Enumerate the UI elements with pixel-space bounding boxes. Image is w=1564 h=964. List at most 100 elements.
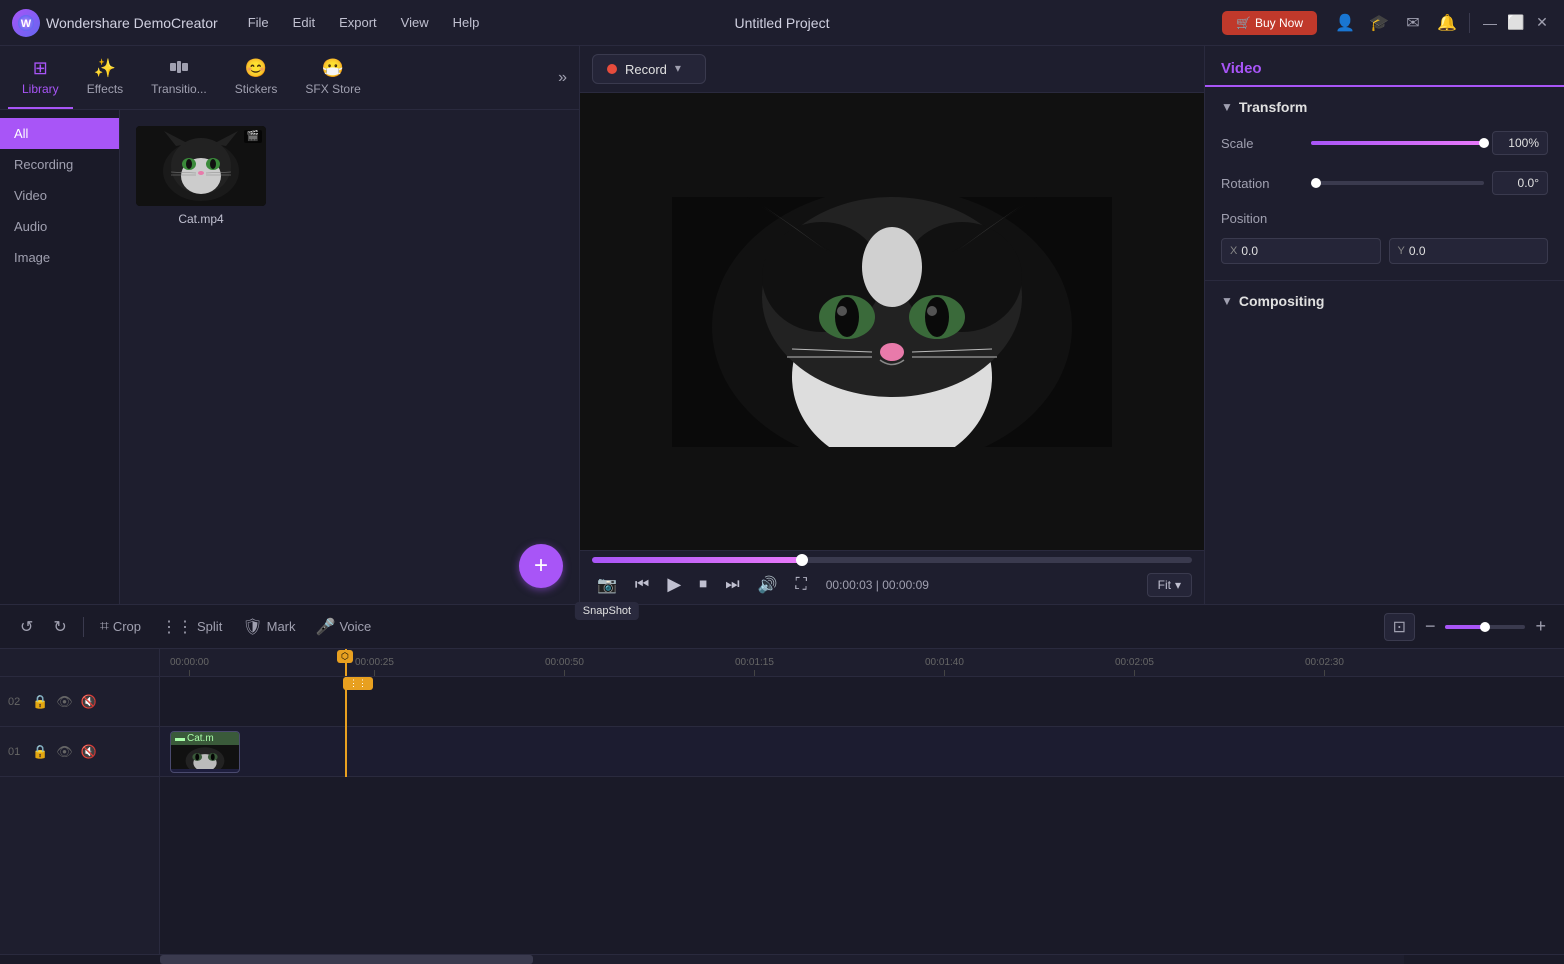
tab-library-label: Library xyxy=(22,82,59,96)
account-icon[interactable]: 👤 xyxy=(1331,9,1359,37)
fit-dropdown-icon: ▾ xyxy=(1175,578,1181,592)
menu-file[interactable]: File xyxy=(238,11,279,34)
progress-bar[interactable] xyxy=(592,557,1192,563)
crop-icon: ⌗ xyxy=(100,618,109,636)
play-button[interactable]: ▶ xyxy=(662,571,686,598)
mail-icon[interactable]: ✉ xyxy=(1399,9,1427,37)
clip-thumbnail xyxy=(171,745,239,769)
scrollbar-thumb[interactable] xyxy=(160,955,533,964)
rotation-slider-knob[interactable] xyxy=(1311,178,1321,188)
x-label: X xyxy=(1230,245,1237,257)
current-time: 00:00:03 xyxy=(826,578,873,592)
clip-thumb-svg xyxy=(171,745,239,769)
clip-cat[interactable]: ▬ Cat.m xyxy=(170,731,240,773)
menu-view[interactable]: View xyxy=(391,11,439,34)
ruler-mark-1: 00:00:25 xyxy=(355,657,394,676)
redo-button[interactable]: ↻ xyxy=(45,613,74,641)
track-content: 00:00:00 00:00:25 00:00:50 00:01:15 xyxy=(160,649,1564,954)
sidebar-item-all[interactable]: All xyxy=(0,118,119,149)
sidebar-item-video[interactable]: Video xyxy=(0,180,119,211)
track-01-visibility[interactable]: 👁 xyxy=(54,742,75,762)
fullscreen-button[interactable]: ⛶ xyxy=(791,573,812,597)
scrollbar-track[interactable] xyxy=(160,955,1404,964)
zoom-slider[interactable] xyxy=(1445,625,1525,629)
volume-button[interactable]: 🔊 xyxy=(753,572,783,598)
sidebar-item-audio[interactable]: Audio xyxy=(0,211,119,242)
rewind-button[interactable]: ⏮ xyxy=(630,573,654,597)
media-item-cat[interactable]: 🎬 Cat.mp4 xyxy=(132,122,270,230)
notification-icon[interactable]: 🔔 xyxy=(1433,9,1461,37)
track-01-lock[interactable]: 🔒 xyxy=(30,742,50,762)
compositing-section-header[interactable]: ▼ Compositing xyxy=(1205,280,1564,317)
zoom-slider-knob[interactable] xyxy=(1480,622,1490,632)
tab-stickers-label: Stickers xyxy=(235,82,278,96)
voice-button[interactable]: 🎤 Voice xyxy=(308,613,380,641)
ruler-label-4: 00:01:40 xyxy=(925,657,964,668)
rotation-slider[interactable] xyxy=(1311,181,1484,185)
zoom-out-button[interactable]: − xyxy=(1419,614,1442,639)
snap-badge: ⋮⋮ xyxy=(343,677,373,690)
transform-section-header[interactable]: ▼ Transform xyxy=(1205,87,1564,123)
restore-button[interactable]: ⬜ xyxy=(1506,13,1526,33)
snapshot-button[interactable]: 📷 xyxy=(592,572,622,598)
toolbar-sep-1 xyxy=(83,617,84,637)
tabs-more-button[interactable]: » xyxy=(554,65,571,91)
y-position-field[interactable]: Y 0.0 xyxy=(1389,238,1549,264)
sidebar-item-recording[interactable]: Recording xyxy=(0,149,119,180)
split-button[interactable]: ⋮⋮ Split xyxy=(153,613,230,641)
tab-stickers[interactable]: 😊 Stickers xyxy=(221,46,292,109)
learn-icon[interactable]: 🎓 xyxy=(1365,9,1393,37)
next-frame-button[interactable]: ⏭ xyxy=(720,573,744,597)
tab-library[interactable]: ⊞ Library xyxy=(8,46,73,109)
crop-button[interactable]: ⌗ Crop xyxy=(92,614,149,640)
scale-slider[interactable] xyxy=(1311,141,1484,145)
y-label: Y xyxy=(1398,245,1405,257)
scale-slider-knob[interactable] xyxy=(1479,138,1489,148)
mark-button[interactable]: 🛡 Mark xyxy=(234,613,303,641)
add-media-button[interactable]: + xyxy=(519,544,563,588)
rotation-value[interactable]: 0.0° xyxy=(1492,171,1548,195)
track-row-02: ⋮⋮ xyxy=(160,677,1564,727)
tracks-scroll[interactable]: ⋮⋮ ▬ Cat.m xyxy=(160,677,1564,954)
horizontal-scrollbar[interactable] xyxy=(0,954,1564,964)
record-dropdown-icon[interactable]: ▾ xyxy=(675,61,691,77)
zoom-in-button[interactable]: + xyxy=(1529,614,1552,639)
fit-button[interactable]: Fit ▾ xyxy=(1147,573,1192,597)
track-01-mute[interactable]: 🔇 xyxy=(79,742,99,762)
menu-edit[interactable]: Edit xyxy=(283,11,325,34)
position-fields-row: X 0.0 Y 0.0 xyxy=(1205,234,1564,272)
scale-value[interactable]: 100% xyxy=(1492,131,1548,155)
main-area: ⊞ Library ✨ Effects Transitio... 😊 Stick… xyxy=(0,46,1564,604)
ruler-label-1: 00:00:25 xyxy=(355,657,394,668)
minimize-button[interactable]: — xyxy=(1480,13,1500,33)
clip-header-icon: ▬ xyxy=(175,733,185,744)
track-02-lock[interactable]: 🔒 xyxy=(30,692,50,712)
tab-transitions[interactable]: Transitio... xyxy=(137,46,221,109)
undo-button[interactable]: ↺ xyxy=(12,613,41,641)
ruler-mark-5: 00:02:05 xyxy=(1115,657,1154,676)
record-button[interactable]: Record ▾ xyxy=(592,54,706,84)
rotation-label: Rotation xyxy=(1221,176,1301,191)
tab-sfx[interactable]: 😷 SFX Store xyxy=(291,46,374,109)
ruler-label-5: 00:02:05 xyxy=(1115,657,1154,668)
x-position-field[interactable]: X 0.0 xyxy=(1221,238,1381,264)
media-grid: 🎬 Cat.mp4 + xyxy=(120,110,579,604)
timeline-ruler[interactable]: 00:00:00 00:00:25 00:00:50 00:01:15 xyxy=(160,649,1564,677)
buy-now-button[interactable]: 🛒 Buy Now xyxy=(1222,11,1317,35)
player-controls: 📷 SnapShot ⏮ ▶ ⏹ ⏭ 🔊 ⛶ 00:00:03 | 00:00:… xyxy=(580,550,1204,604)
stop-button[interactable]: ⏹ xyxy=(694,573,712,597)
track-02-visibility[interactable]: 👁 xyxy=(54,692,75,712)
ruler-tick-3 xyxy=(754,670,755,676)
menu-help[interactable]: Help xyxy=(443,11,490,34)
close-button[interactable]: ✕ xyxy=(1532,13,1552,33)
track-02-mute[interactable]: 🔇 xyxy=(79,692,99,712)
fit-timeline-button[interactable]: ⊡ xyxy=(1384,613,1415,641)
project-title: Untitled Project xyxy=(735,15,830,31)
progress-knob[interactable] xyxy=(796,554,808,566)
track-row-01: ▬ Cat.m xyxy=(160,727,1564,777)
menu-export[interactable]: Export xyxy=(329,11,387,34)
properties-panel: Video ▼ Transform Scale 100% Rotation xyxy=(1204,46,1564,604)
voice-label: Voice xyxy=(339,619,371,634)
sidebar-item-image[interactable]: Image xyxy=(0,242,119,273)
tab-effects[interactable]: ✨ Effects xyxy=(73,46,137,109)
